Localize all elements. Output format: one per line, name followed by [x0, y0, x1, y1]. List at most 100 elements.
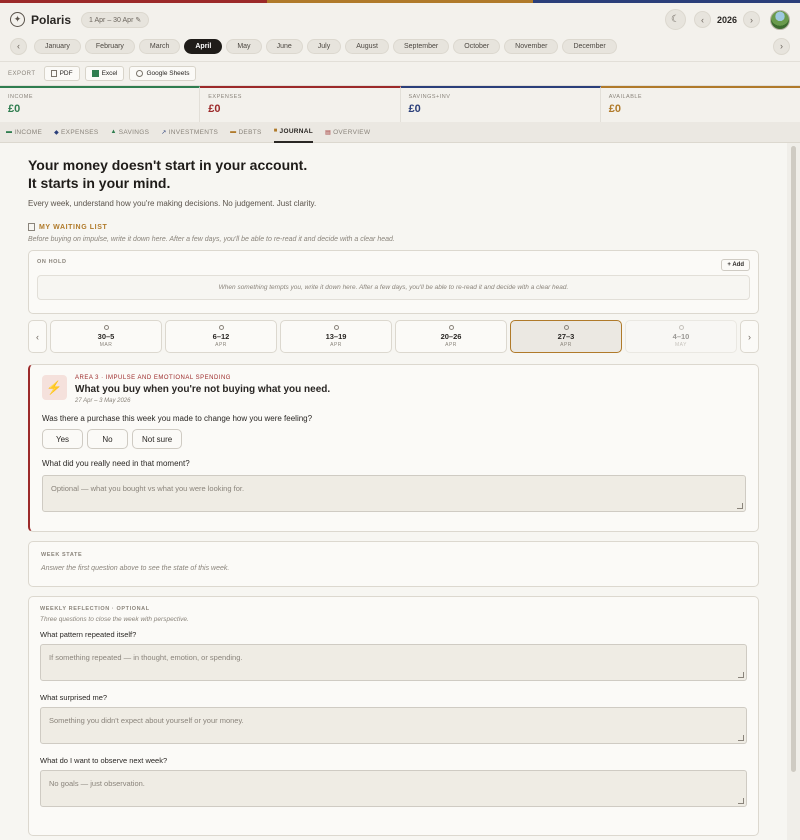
week-month: APR — [330, 342, 342, 348]
week-state-card: WEEK STATE Answer the first question abo… — [28, 541, 759, 587]
week-state-label: WEEK STATE — [41, 552, 83, 558]
add-item-button[interactable]: + Add — [721, 259, 750, 271]
reflection-textarea-2[interactable]: Something you didn't expect about yourse… — [40, 707, 747, 744]
waiting-list-heading: MY WAITING LIST — [28, 223, 759, 231]
total-savings-value: £0 — [408, 103, 421, 115]
accent-red — [0, 0, 267, 3]
month-december[interactable]: December — [562, 38, 617, 54]
date-range-pill[interactable]: 1 Apr – 30 Apr ✎ — [81, 11, 150, 28]
tab-debts-label: DEBTS — [238, 128, 262, 136]
notepad-icon — [28, 223, 35, 231]
export-pdf-label: PDF — [59, 70, 73, 77]
area-dates: 27 Apr – 3 May 2026 — [75, 398, 131, 404]
compass-logo-icon: ✦ — [10, 12, 25, 27]
need-textarea[interactable]: Optional — what you bought vs what you w… — [42, 475, 746, 512]
reflection-question-1: What pattern repeated itself? — [40, 630, 137, 639]
expenses-icon: ◆ — [54, 129, 60, 136]
total-available-value: £0 — [608, 103, 621, 115]
tab-savings[interactable]: ▲ SAVINGS — [111, 122, 150, 143]
reflection-textarea-1[interactable]: If something repeated — in thought, emot… — [40, 644, 747, 681]
reflection-textarea-3[interactable]: No goals — just observation. — [40, 770, 747, 807]
week-20-26[interactable]: 20–26 APR — [395, 320, 507, 353]
month-april[interactable]: April — [184, 38, 223, 54]
export-sheets-button[interactable]: Google Sheets — [129, 66, 197, 81]
week-4-10[interactable]: 4–10 MAY — [625, 320, 737, 353]
section-tabs: ▬ INCOME ◆ EXPENSES ▲ SAVINGS ↗ INVESTMENTS … — [0, 122, 800, 143]
excel-icon — [91, 70, 99, 77]
tab-expenses-label: EXPENSES — [61, 128, 99, 136]
next-month-chevron-icon[interactable]: › — [773, 37, 790, 55]
impulse-question: Was there a purchase this week you made … — [42, 414, 313, 423]
week-selector: ‹ 30–5 MAR 6–12 APR 13–19 APR 20–26 APR 27–3… — [28, 320, 759, 353]
total-savings: SAVINGS+INV £0 — [400, 86, 601, 122]
lead-text: Every week, understand how you're making… — [28, 199, 317, 208]
tab-journal-label: JOURNAL — [279, 127, 314, 135]
income-icon: ▬ — [6, 129, 13, 135]
prev-month-chevron-icon[interactable]: ‹ — [10, 37, 27, 55]
week-13-19[interactable]: 13–19 APR — [280, 320, 392, 353]
waiting-list-subtitle: Before buying on impulse, write it down … — [28, 236, 395, 243]
scrollbar-thumb[interactable] — [791, 146, 796, 772]
total-income-value: £0 — [8, 103, 21, 115]
tab-income[interactable]: ▬ INCOME — [6, 122, 42, 143]
total-savings-label: SAVINGS+INV — [408, 94, 451, 100]
week-6-12[interactable]: 6–12 APR — [165, 320, 277, 353]
totals-bar: INCOME £0 EXPENSES £0 SAVINGS+INV £0 AVA… — [0, 86, 800, 122]
answer-yes-button[interactable]: Yes — [42, 429, 83, 449]
tab-savings-label: SAVINGS — [118, 128, 150, 136]
total-expenses-value: £0 — [208, 103, 221, 115]
avatar[interactable] — [770, 9, 790, 30]
headline-line-1: Your money doesn't start in your account… — [28, 157, 308, 173]
month-november[interactable]: November — [504, 38, 559, 54]
month-october[interactable]: October — [453, 38, 501, 54]
week-27-3[interactable]: 27–3 APR — [510, 320, 622, 353]
tab-investments[interactable]: ↗ INVESTMENTS — [161, 122, 218, 143]
total-income: INCOME £0 — [0, 86, 201, 122]
tab-expenses[interactable]: ◆ EXPENSES — [54, 122, 98, 143]
waiting-list-title: MY WAITING LIST — [39, 223, 108, 231]
reflection-question-3: What do I want to observe next week? — [40, 756, 168, 765]
on-hold-label: ON HOLD — [37, 259, 67, 265]
week-month: APR — [560, 342, 572, 348]
month-march[interactable]: March — [138, 38, 181, 54]
month-september[interactable]: September — [393, 38, 450, 54]
investments-icon: ↗ — [161, 129, 167, 136]
export-pdf-button[interactable]: PDF — [43, 66, 80, 81]
next-week-chevron-icon[interactable]: › — [740, 320, 759, 353]
week-month: MAR — [99, 342, 113, 348]
tab-journal[interactable]: ■ JOURNAL — [273, 122, 314, 143]
tab-overview-label: OVERVIEW — [333, 128, 371, 136]
journal-content: Your money doesn't start in your account… — [0, 143, 787, 840]
dark-mode-toggle-moon-icon[interactable]: ☾ — [664, 9, 686, 30]
year-label: 2026 — [716, 14, 737, 25]
week-status-dot-icon — [563, 325, 569, 330]
week-state-text: Answer the first question above to see t… — [41, 565, 230, 572]
prev-year-chevron-icon[interactable]: ‹ — [693, 11, 711, 28]
total-expenses: EXPENSES £0 — [200, 86, 401, 122]
week-status-dot-icon — [333, 325, 339, 330]
answer-not-sure-button[interactable]: Not sure — [132, 429, 183, 449]
answer-no-button[interactable]: No — [87, 429, 128, 449]
month-june[interactable]: June — [265, 38, 303, 54]
week-range: 27–3 — [557, 332, 575, 341]
export-label: EXPORT — [8, 70, 36, 77]
week-month: APR — [215, 342, 227, 348]
month-may[interactable]: May — [226, 38, 262, 54]
month-july[interactable]: July — [306, 38, 342, 54]
export-excel-button[interactable]: Excel — [84, 66, 125, 81]
scrollbar[interactable] — [787, 143, 800, 840]
overview-icon: ▤ — [325, 129, 332, 136]
tab-overview[interactable]: ▤ OVERVIEW — [325, 122, 370, 143]
week-30-5[interactable]: 30–5 MAR — [50, 320, 162, 353]
month-january[interactable]: January — [34, 38, 81, 54]
prev-week-chevron-icon[interactable]: ‹ — [28, 320, 47, 353]
week-month: APR — [445, 342, 457, 348]
week-status-dot-icon — [218, 325, 224, 330]
tab-debts[interactable]: ▬ DEBTS — [230, 122, 261, 143]
lightning-icon: ⚡ — [42, 375, 67, 400]
area-tag: AREA 3 · IMPULSE AND EMOTIONAL SPENDING — [75, 375, 231, 381]
next-year-chevron-icon[interactable]: › — [743, 11, 760, 28]
month-february[interactable]: February — [84, 38, 135, 54]
total-income-label: INCOME — [8, 94, 33, 100]
month-august[interactable]: August — [345, 38, 389, 54]
